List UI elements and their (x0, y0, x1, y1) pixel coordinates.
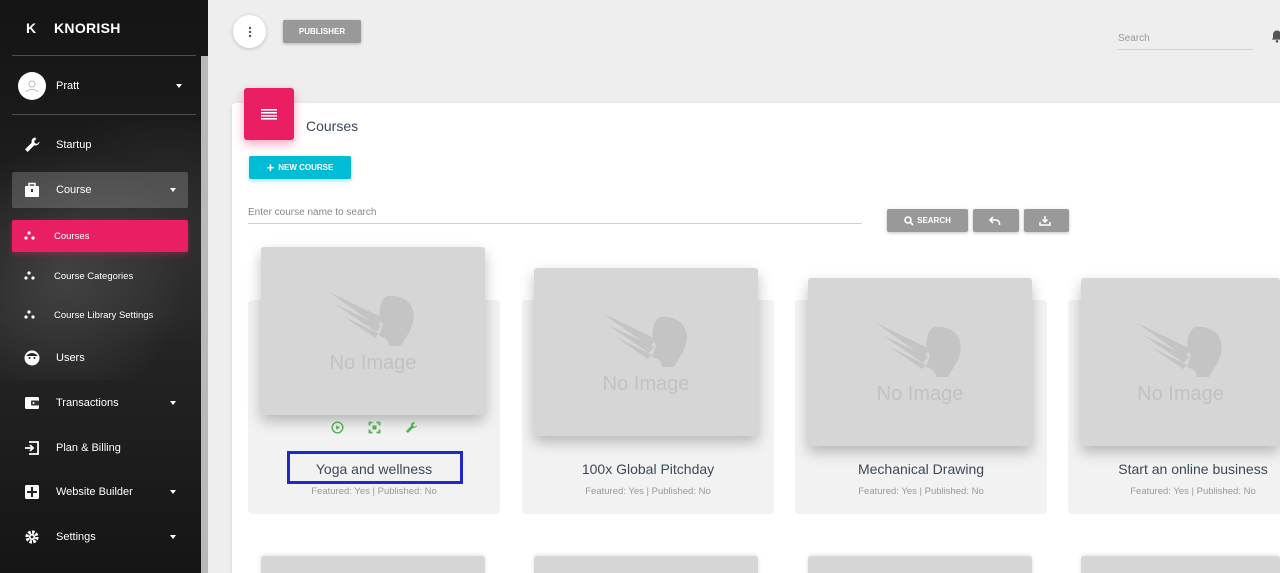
fullscreen-icon[interactable] (367, 420, 382, 435)
bell-icon[interactable] (1270, 29, 1280, 43)
sidebar-divider (12, 55, 196, 56)
brand-mini: K (26, 20, 37, 36)
sidebar-item-label: Course Library Settings (54, 309, 154, 321)
publisher-button[interactable]: PUBLISHER (283, 20, 361, 43)
course-image-6[interactable] (534, 556, 758, 573)
course-image-4[interactable]: No Image (1081, 278, 1280, 446)
search-button-label: SEARCH (917, 216, 951, 225)
course-meta: Featured: Yes | Published: No (1130, 486, 1256, 497)
dots-icon (24, 310, 38, 320)
sidebar-item-label: Website Builder (56, 486, 133, 498)
sidebar-item-label: Courses (54, 230, 90, 242)
sidebar-item-transactions[interactable]: Transactions (12, 385, 188, 421)
avatar (18, 72, 46, 100)
page-title: Courses (306, 118, 359, 134)
brand[interactable]: K KNORISH (0, 0, 208, 56)
no-image-text: No Image (876, 382, 964, 405)
wrench-icon[interactable] (404, 420, 419, 435)
course-name[interactable]: 100x Global Pitchday (522, 461, 774, 477)
dots-icon (24, 271, 38, 281)
login-icon (22, 438, 42, 458)
course-name[interactable]: Start an online business (1068, 461, 1280, 477)
more-menu-button[interactable] (233, 15, 266, 48)
list-icon (261, 109, 277, 120)
sidebar-item-label: Startup (56, 139, 92, 151)
selection-highlight (287, 451, 463, 484)
gear-icon (22, 527, 42, 547)
sidebar-item-label: Plan & Billing (56, 442, 121, 454)
caret-down-icon (170, 535, 176, 539)
plus-icon: + (266, 160, 275, 175)
sidebar-item-label: Transactions (56, 397, 119, 409)
course-image-3[interactable]: No Image (808, 278, 1032, 446)
top-search-input[interactable] (1118, 28, 1253, 50)
caret-down-icon (170, 490, 176, 494)
course-image-5[interactable] (261, 556, 485, 573)
course-actions (330, 420, 419, 435)
card-header-icon (244, 88, 294, 140)
course-image-2[interactable]: No Image (534, 268, 758, 436)
sidebar-item-startup[interactable]: Startup (12, 127, 188, 163)
sidebar-item-label: Users (56, 352, 85, 364)
search-icon (904, 215, 914, 226)
sidebar-item-label: Settings (56, 531, 96, 543)
no-image-logo-icon (1136, 322, 1222, 377)
no-image-text: No Image (329, 351, 417, 374)
no-image-logo-icon (329, 291, 414, 346)
sidebar-item-course-categories[interactable]: Course Categories (12, 260, 188, 292)
sidebar-item-plan-billing[interactable]: Plan & Billing (12, 430, 188, 466)
sidebar-item-settings[interactable]: Settings (12, 519, 188, 555)
more-vertical-icon (248, 26, 251, 37)
no-image-logo-icon (876, 322, 961, 377)
sidebar-item-course[interactable]: Course (12, 172, 188, 208)
new-course-label: NEW COURSE (278, 163, 334, 172)
sidebar-scrollbar[interactable] (201, 56, 208, 573)
sidebar-item-website-builder[interactable]: Website Builder (12, 474, 188, 510)
sidebar: K KNORISH Pratt Startup Course Courses C (0, 0, 208, 573)
search-button[interactable]: SEARCH (887, 209, 968, 232)
sidebar-item-label: Course (56, 184, 92, 196)
course-image-1[interactable]: No Image (261, 247, 485, 415)
new-course-button[interactable]: + NEW COURSE (249, 156, 351, 179)
play-icon[interactable] (330, 420, 345, 435)
no-image-text: No Image (1137, 382, 1224, 405)
sidebar-divider (12, 114, 196, 115)
no-image-logo-icon (602, 312, 687, 367)
sidebar-item-course-library-settings[interactable]: Course Library Settings (12, 299, 188, 331)
course-meta: Featured: Yes | Published: No (311, 486, 437, 497)
sidebar-item-courses[interactable]: Courses (12, 220, 188, 252)
briefcase-icon (22, 180, 42, 200)
user-icon (26, 80, 38, 93)
course-name[interactable]: Mechanical Drawing (795, 461, 1047, 477)
builder-icon (22, 482, 42, 502)
wrench-icon (22, 135, 42, 155)
course-meta: Featured: Yes | Published: No (858, 486, 984, 497)
reset-button[interactable] (973, 209, 1019, 232)
course-meta: Featured: Yes | Published: No (585, 486, 711, 497)
caret-down-icon (170, 401, 176, 405)
brand-name: KNORISH (54, 20, 121, 36)
sidebar-item-label: Course Categories (54, 270, 134, 282)
caret-down-icon (170, 188, 176, 192)
course-image-8[interactable] (1081, 556, 1280, 573)
sidebar-item-users[interactable]: Users (12, 340, 188, 376)
course-image-7[interactable] (808, 556, 1032, 573)
user-name: Pratt (56, 80, 80, 92)
dots-icon (24, 231, 38, 241)
undo-icon (988, 215, 1000, 225)
no-image-text: No Image (602, 372, 690, 395)
user-menu[interactable]: Pratt (18, 71, 182, 101)
download-icon (1039, 216, 1051, 226)
wallet-icon (22, 393, 42, 413)
caret-down-icon (176, 84, 182, 88)
download-button[interactable] (1024, 209, 1069, 232)
face-icon (22, 348, 42, 368)
course-search-input[interactable] (248, 202, 862, 224)
